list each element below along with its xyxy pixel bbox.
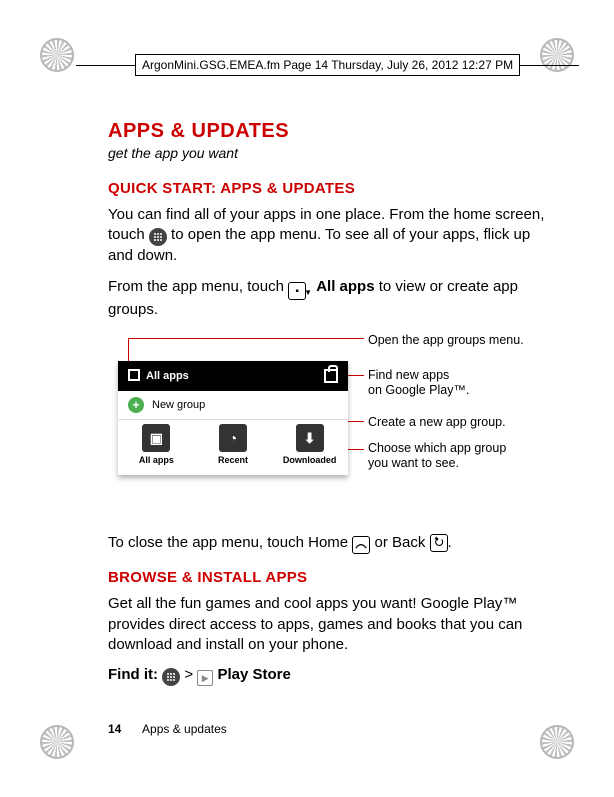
- tab-recent-label: Recent: [218, 455, 248, 465]
- new-group-row: + New group: [118, 391, 348, 420]
- all-apps-tab-icon: ▣: [142, 424, 170, 452]
- recent-tab-icon: ◔: [219, 424, 247, 452]
- play-store-icon: ▶: [197, 670, 213, 686]
- page-title: APPS & UPDATES: [108, 118, 548, 145]
- footer-section: Apps & updates: [142, 722, 227, 736]
- dropdown-triangle-icon: ▼: [304, 288, 312, 299]
- find-it-path: Play Store: [217, 666, 290, 683]
- page-number: 14: [108, 722, 121, 736]
- group-tabs: ▣ All apps ◔ Recent ⬇ Downloaded: [118, 420, 348, 474]
- tab-downloaded-label: Downloaded: [283, 455, 337, 465]
- page-footer: 14 Apps & updates: [108, 721, 227, 737]
- para3c-text: .: [448, 534, 452, 551]
- para2a-text: From the app menu, touch: [108, 278, 288, 295]
- find-it-line: Find it: > ▶ Play Store: [108, 665, 548, 686]
- apps-circle-icon: [149, 228, 167, 246]
- find-it-label: Find it:: [108, 666, 158, 683]
- callout-create-group: Create a new app group.: [368, 415, 506, 431]
- running-header: ArgonMini.GSG.EMEA.fm Page 14 Thursday, …: [135, 54, 520, 76]
- callout-open-menu: Open the app groups menu.: [368, 333, 524, 349]
- plus-icon: +: [128, 397, 144, 413]
- tab-downloaded: ⬇ Downloaded: [271, 420, 348, 474]
- para3a-text: To close the app menu, touch Home: [108, 534, 352, 551]
- callout-choose-group: Choose which app group you want to see.: [368, 441, 506, 472]
- ornament-top-right: [540, 38, 574, 72]
- topbar-label: All apps: [146, 370, 189, 382]
- page-subtitle: get the app you want: [108, 144, 548, 163]
- running-header-text: ArgonMini.GSG.EMEA.fm Page 14 Thursday, …: [142, 58, 513, 72]
- para3b-text: or Back: [374, 534, 429, 551]
- paragraph-4: Get all the fun games and cool apps you …: [108, 594, 548, 655]
- tab-all-label: All apps: [139, 455, 174, 465]
- apps-circle-icon-2: [162, 668, 180, 686]
- ornament-top-left: [40, 38, 74, 72]
- new-group-label: New group: [152, 398, 205, 413]
- browse-heading: BROWSE & INSTALL APPS: [108, 568, 548, 588]
- app-menu-diagram: All apps + New group ▣ All apps ◔ Recent: [108, 333, 548, 523]
- downloaded-tab-icon: ⬇: [296, 424, 324, 452]
- quick-start-heading: QUICK START: APPS & UPDATES: [108, 179, 548, 199]
- para1b-text: to open the app menu. To see all of your…: [108, 226, 530, 264]
- all-apps-label: All apps: [316, 278, 374, 295]
- phone-ui-mock: All apps + New group ▣ All apps ◔ Recent: [118, 361, 348, 475]
- callout-find-new: Find new apps on Google Play™.: [368, 368, 469, 399]
- paragraph-3: To close the app menu, touch Home or Bac…: [108, 533, 548, 555]
- all-apps-topbar-icon: [128, 369, 140, 381]
- shop-bag-icon: [324, 369, 338, 383]
- paragraph-2: From the app menu, touch ▪▼ All apps to …: [108, 277, 548, 321]
- tab-recent: ◔ Recent: [195, 420, 272, 474]
- ornament-bottom-left: [40, 725, 74, 759]
- home-key-icon: [352, 536, 370, 554]
- connector: [128, 338, 364, 339]
- back-key-icon: [430, 534, 448, 552]
- paragraph-1: You can find all of your apps in one pla…: [108, 205, 548, 267]
- ornament-bottom-right: [540, 725, 574, 759]
- ui-topbar: All apps: [118, 361, 348, 392]
- tab-all-apps: ▣ All apps: [118, 420, 195, 474]
